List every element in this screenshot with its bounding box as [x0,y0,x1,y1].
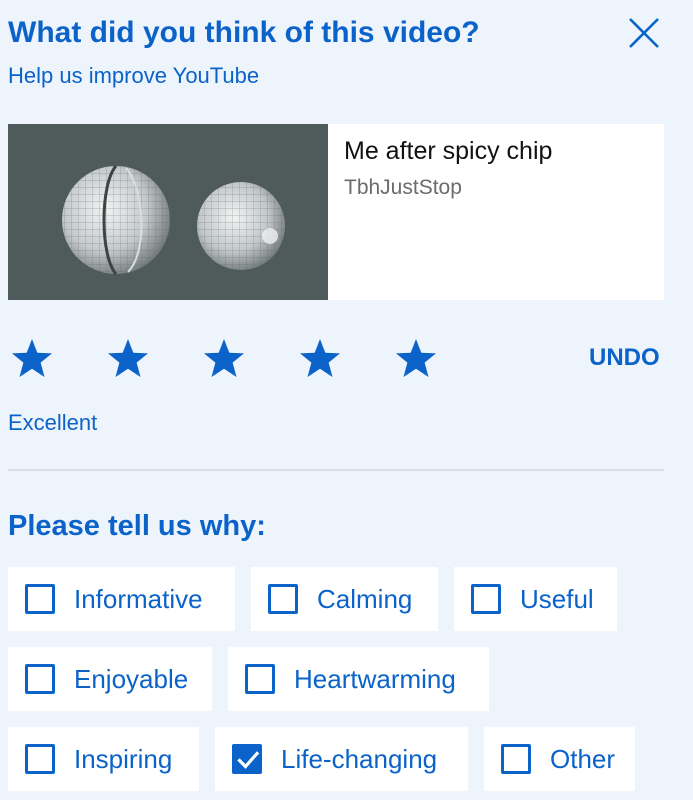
reason-option-other[interactable]: Other [484,727,635,791]
reason-label: Inspiring [74,743,173,774]
video-thumbnail [8,124,328,300]
reason-label: Enjoyable [74,663,189,694]
check-icon [237,751,260,769]
close-icon [629,18,659,48]
reason-option-calming[interactable]: Calming [251,567,438,631]
checkbox[interactable] [268,584,298,614]
reason-option-enjoyable[interactable]: Enjoyable [8,647,212,711]
page-subtitle: Help us improve YouTube [8,63,260,88]
reason-label: Heartwarming [294,663,456,694]
video-title: Me after spicy chip [344,137,553,165]
reason-label: Life-changing [281,743,438,774]
checkbox[interactable] [501,744,531,774]
star-2-icon[interactable] [104,334,152,382]
checkbox[interactable] [25,744,55,774]
reason-option-useful[interactable]: Useful [454,567,617,631]
star-3-icon[interactable] [200,334,248,382]
video-card: Me after spicy chip TbhJustStop [8,124,664,300]
reason-label: Useful [520,583,594,614]
reason-option-heartwarming[interactable]: Heartwarming [228,647,489,711]
page-title: What did you think of this video? [8,16,480,49]
divider [8,469,664,471]
checkbox[interactable] [245,664,275,694]
checkbox-checked[interactable] [232,744,262,774]
reason-option-informative[interactable]: Informative [8,567,235,631]
checkbox[interactable] [471,584,501,614]
rating-label: Excellent [8,410,98,435]
reasons-heading: Please tell us why: [8,510,266,542]
reason-label: Informative [74,583,203,614]
star-5-icon[interactable] [392,334,440,382]
close-button[interactable] [622,11,666,55]
reason-option-inspiring[interactable]: Inspiring [8,727,199,791]
checkbox[interactable] [25,584,55,614]
video-channel: TbhJustStop [344,176,462,199]
checkbox[interactable] [25,664,55,694]
star-4-icon[interactable] [296,334,344,382]
star-1-icon[interactable] [8,334,56,382]
feedback-panel: What did you think of this video? Help u… [0,0,693,800]
undo-button[interactable]: UNDO [589,344,660,372]
reason-label: Other [550,743,616,774]
reason-option-life-changing[interactable]: Life-changing [215,727,468,791]
reason-label: Calming [317,583,413,614]
